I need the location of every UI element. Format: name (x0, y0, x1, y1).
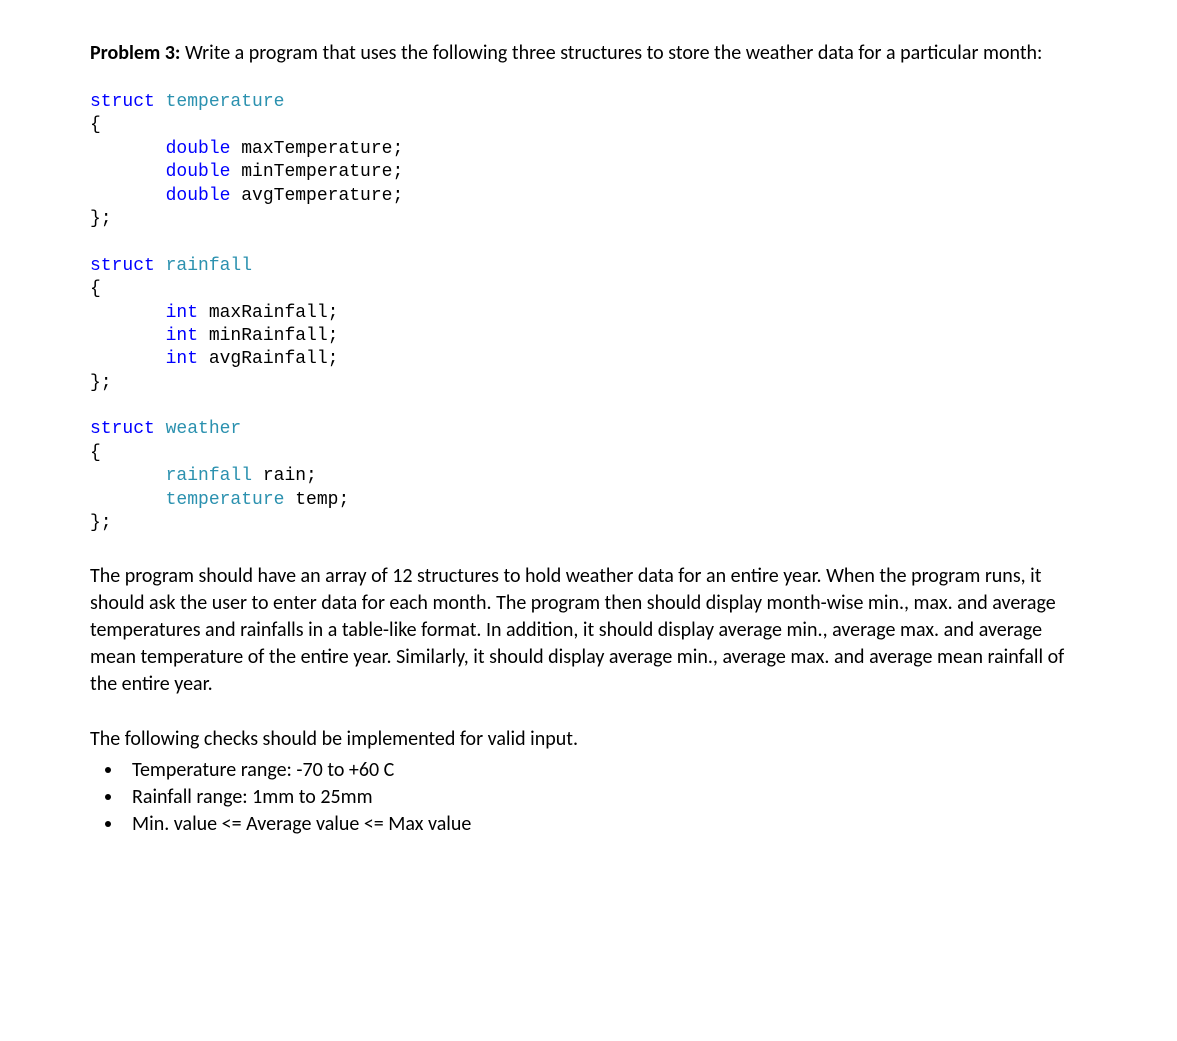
brace-open: { (90, 279, 101, 299)
brace-open: { (90, 115, 101, 135)
ident-temp: temp; (284, 490, 349, 510)
ident-rain: rain; (252, 466, 317, 486)
ident-avgrainfall: avgRainfall; (198, 349, 338, 369)
ident-maxtemperature: maxTemperature; (230, 139, 403, 159)
problem-label: Problem 3: (90, 41, 180, 65)
keyword-int: int (166, 303, 198, 323)
brace-close: }; (90, 513, 112, 533)
keyword-int: int (166, 349, 198, 369)
ident-mintemperature: minTemperature; (230, 162, 403, 182)
keyword-int: int (166, 326, 198, 346)
typename-rainfall-ref: rainfall (166, 466, 252, 486)
checks-intro: The following checks should be implement… (90, 726, 1087, 753)
typename-weather: weather (166, 419, 242, 439)
keyword-struct: struct (90, 92, 155, 112)
keyword-double: double (166, 162, 231, 182)
typename-temperature: temperature (166, 92, 285, 112)
problem-header: Problem 3: Write a program that uses the… (90, 40, 1087, 67)
code-block: struct temperature { double maxTemperatu… (90, 91, 1087, 535)
brace-close: }; (90, 373, 112, 393)
ident-avgtemperature: avgTemperature; (230, 186, 403, 206)
checks-list: Temperature range: -70 to +60 C Rainfall… (124, 757, 1087, 838)
list-item: Rainfall range: 1mm to 25mm (124, 784, 1087, 811)
keyword-double: double (166, 139, 231, 159)
brace-close: }; (90, 209, 112, 229)
keyword-struct: struct (90, 256, 155, 276)
keyword-double: double (166, 186, 231, 206)
typename-temperature-ref: temperature (166, 490, 285, 510)
ident-minrainfall: minRainfall; (198, 326, 338, 346)
keyword-struct: struct (90, 419, 155, 439)
typename-rainfall: rainfall (166, 256, 252, 276)
problem-intro-text: Write a program that uses the following … (180, 41, 1042, 65)
brace-open: { (90, 443, 101, 463)
list-item: Min. value <= Average value <= Max value (124, 811, 1087, 838)
description-paragraph: The program should have an array of 12 s… (90, 563, 1087, 698)
ident-maxrainfall: maxRainfall; (198, 303, 338, 323)
list-item: Temperature range: -70 to +60 C (124, 757, 1087, 784)
